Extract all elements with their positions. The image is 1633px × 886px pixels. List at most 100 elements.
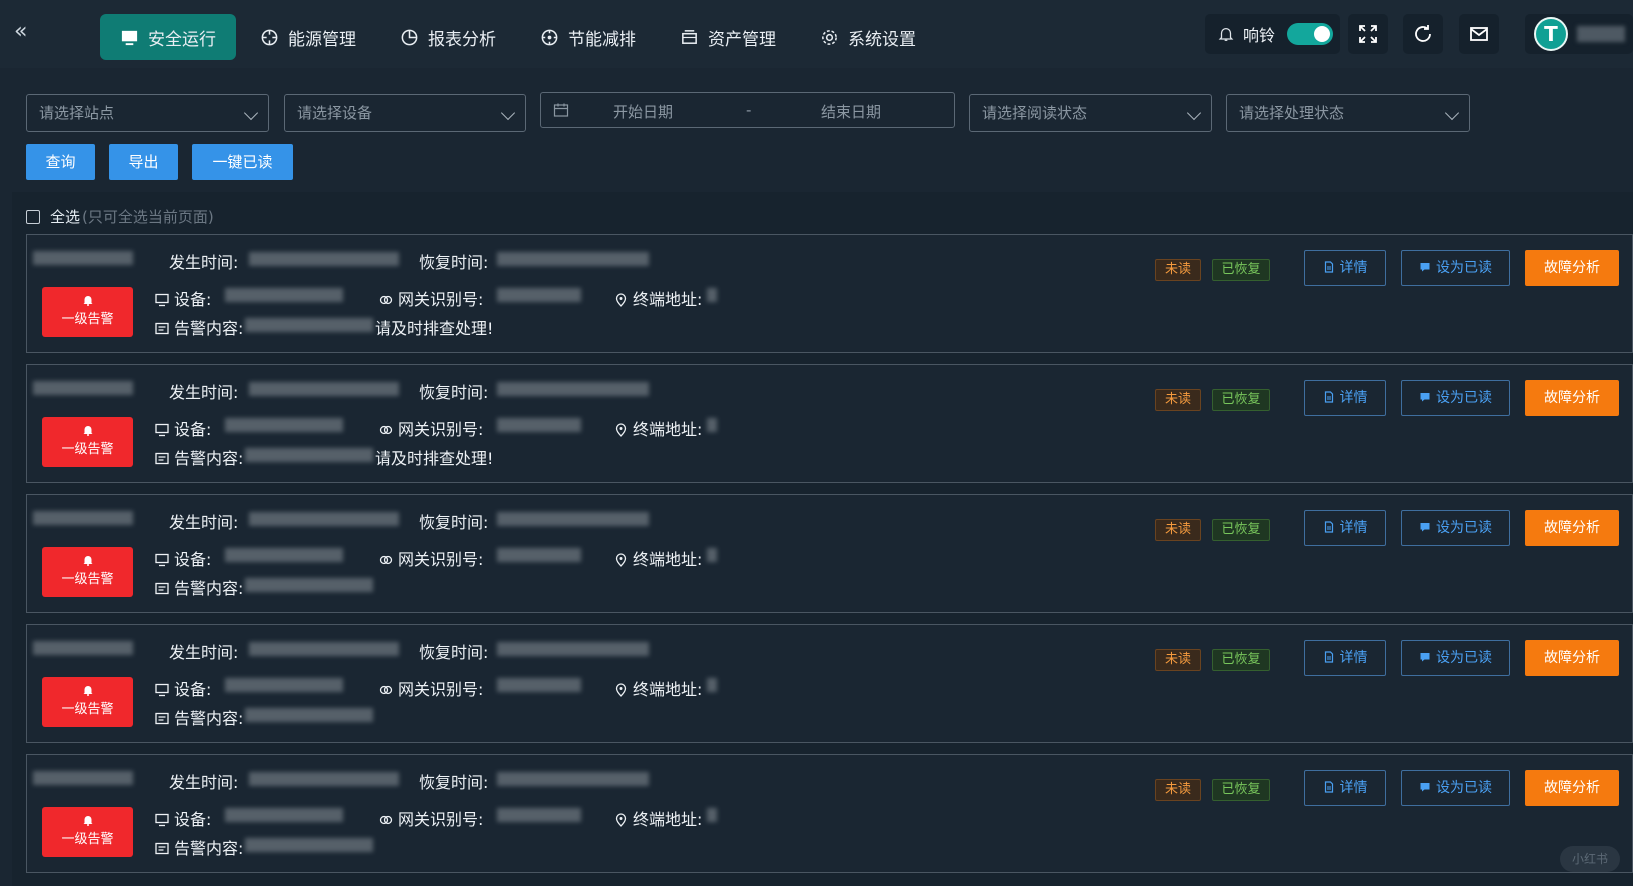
alarm-card: 一级告警 发生时间: 恢复时间: 设备: 网关识别号: 终端地址: 告警内容: … <box>26 754 1633 873</box>
occur-time-label: 发生时间: <box>169 773 239 792</box>
device-label-text: 设备: <box>174 420 212 439</box>
user-menu[interactable]: T <box>1525 14 1633 54</box>
read-status-placeholder: 请选择阅读状态 <box>982 104 1088 122</box>
fault-analysis-button[interactable]: 故障分析 <box>1525 380 1619 416</box>
device-select[interactable]: 请选择设备 <box>284 94 526 132</box>
recover-time-redacted <box>497 642 649 656</box>
query-button[interactable]: 查询 <box>26 144 95 180</box>
terminal-address-label: 终端地址: <box>614 286 702 310</box>
detail-button[interactable]: 详情 <box>1304 250 1386 286</box>
device-label-text: 设备: <box>174 810 212 829</box>
collapse-sidebar-icon[interactable]: « <box>14 21 34 43</box>
message-icon <box>155 712 169 725</box>
recover-time-redacted <box>497 382 649 396</box>
terminal-address-redacted <box>707 678 717 692</box>
station-select[interactable]: 请选择站点 <box>26 94 269 132</box>
recovered-tag: 已恢复 <box>1212 779 1270 801</box>
date-range-picker[interactable]: 开始日期 - 结束日期 <box>540 92 955 128</box>
bell-label: 响铃 <box>1243 26 1276 45</box>
nav-asset-management[interactable]: 资产管理 <box>660 14 796 60</box>
set-read-button-label: 设为已读 <box>1436 520 1492 536</box>
terminal-address-redacted <box>707 288 717 302</box>
read-status-select[interactable]: 请选择阅读状态 <box>969 94 1212 132</box>
message-button[interactable] <box>1459 14 1499 54</box>
alarm-content-redacted <box>245 448 373 462</box>
top-nav-bar: « 安全运行 能源管理 报表分析 节能减排 资产管理 系统设置 响铃 T <box>0 0 1633 68</box>
alarm-content-label: 告警内容: <box>155 705 243 729</box>
set-read-button[interactable]: 设为已读 <box>1401 640 1510 676</box>
avatar: T <box>1534 17 1568 51</box>
set-read-button[interactable]: 设为已读 <box>1401 770 1510 806</box>
alarm-card: 一级告警 发生时间: 恢复时间: 设备: 网关识别号: 终端地址: 告警内容: … <box>26 234 1633 353</box>
set-read-button-label: 设为已读 <box>1436 780 1492 796</box>
station-name-redacted <box>33 641 133 655</box>
handle-status-select[interactable]: 请选择处理状态 <box>1226 94 1470 132</box>
alarm-level-label: 一级告警 <box>61 702 114 717</box>
unread-tag: 未读 <box>1155 779 1201 801</box>
nav-system-settings[interactable]: 系统设置 <box>800 14 936 60</box>
link-icon <box>379 815 393 825</box>
handle-status-placeholder: 请选择处理状态 <box>1239 104 1345 122</box>
select-all-checkbox[interactable] <box>26 209 40 224</box>
date-separator: - <box>746 101 752 119</box>
mark-all-read-button[interactable]: 一键已读 <box>192 144 293 180</box>
bell-toggle[interactable] <box>1287 23 1334 45</box>
monitor-icon <box>155 553 169 567</box>
alarm-content-label: 告警内容: <box>155 575 243 599</box>
refresh-button[interactable] <box>1403 14 1443 54</box>
occur-time-label: 发生时间: <box>169 643 239 662</box>
message-icon <box>155 842 169 855</box>
export-button[interactable]: 导出 <box>109 144 178 180</box>
gateway-id-redacted <box>497 288 581 302</box>
set-read-button-label: 设为已读 <box>1436 390 1492 406</box>
alarm-content-label: 告警内容: <box>155 835 243 859</box>
chevron-down-icon <box>500 105 516 121</box>
device-name-redacted <box>225 678 343 692</box>
set-read-button[interactable]: 设为已读 <box>1401 380 1510 416</box>
set-read-button-label: 设为已读 <box>1436 260 1492 276</box>
alarm-level-label: 一级告警 <box>61 312 114 327</box>
watermark: 小红书 <box>1560 846 1620 872</box>
fault-analysis-button[interactable]: 故障分析 <box>1525 640 1619 676</box>
fault-analysis-button[interactable]: 故障分析 <box>1525 770 1619 806</box>
detail-button[interactable]: 详情 <box>1304 640 1386 676</box>
fault-analysis-button[interactable]: 故障分析 <box>1525 250 1619 286</box>
nav-label: 资产管理 <box>708 29 776 50</box>
mail-icon <box>1470 27 1488 41</box>
nav-energy-management[interactable]: 能源管理 <box>240 14 376 60</box>
detail-button[interactable]: 详情 <box>1304 380 1386 416</box>
fullscreen-button[interactable] <box>1348 14 1388 54</box>
terminal-address-label-text: 终端地址: <box>633 810 703 829</box>
recover-time-label: 恢复时间: <box>419 513 489 532</box>
set-read-button[interactable]: 设为已读 <box>1401 510 1510 546</box>
location-pin-icon <box>615 423 627 437</box>
gateway-id-label: 网关识别号: <box>379 416 483 440</box>
gateway-id-redacted <box>497 548 581 562</box>
alarm-content-redacted <box>245 318 373 332</box>
detail-button[interactable]: 详情 <box>1304 770 1386 806</box>
fault-analysis-button[interactable]: 故障分析 <box>1525 510 1619 546</box>
unread-tag: 未读 <box>1155 389 1201 411</box>
terminal-address-label-text: 终端地址: <box>633 420 703 439</box>
detail-button[interactable]: 详情 <box>1304 510 1386 546</box>
nav-energy-saving[interactable]: 节能减排 <box>520 14 656 60</box>
nav-report-analysis[interactable]: 报表分析 <box>380 14 516 60</box>
gateway-id-label-text: 网关识别号: <box>398 810 484 829</box>
location-pin-icon <box>615 683 627 697</box>
nav-safety-operation[interactable]: 安全运行 <box>100 14 236 60</box>
pie-chart-icon <box>401 29 418 45</box>
chat-bubble-icon <box>1420 393 1430 402</box>
end-date-input[interactable]: 结束日期 <box>821 101 881 122</box>
message-icon <box>155 452 169 465</box>
monitor-icon <box>155 813 169 827</box>
device-label: 设备: <box>155 806 211 830</box>
occur-time-label: 发生时间: <box>169 253 239 272</box>
select-all-row[interactable]: 全选 (只可全选当前页面) <box>26 206 214 227</box>
alarm-level-badge: 一级告警 <box>42 547 133 597</box>
occur-time-label: 发生时间: <box>169 383 239 402</box>
terminal-address-label-text: 终端地址: <box>633 680 703 699</box>
recover-time-label: 恢复时间: <box>419 773 489 792</box>
terminal-address-redacted <box>707 548 717 562</box>
start-date-input[interactable]: 开始日期 <box>613 101 673 122</box>
set-read-button[interactable]: 设为已读 <box>1401 250 1510 286</box>
